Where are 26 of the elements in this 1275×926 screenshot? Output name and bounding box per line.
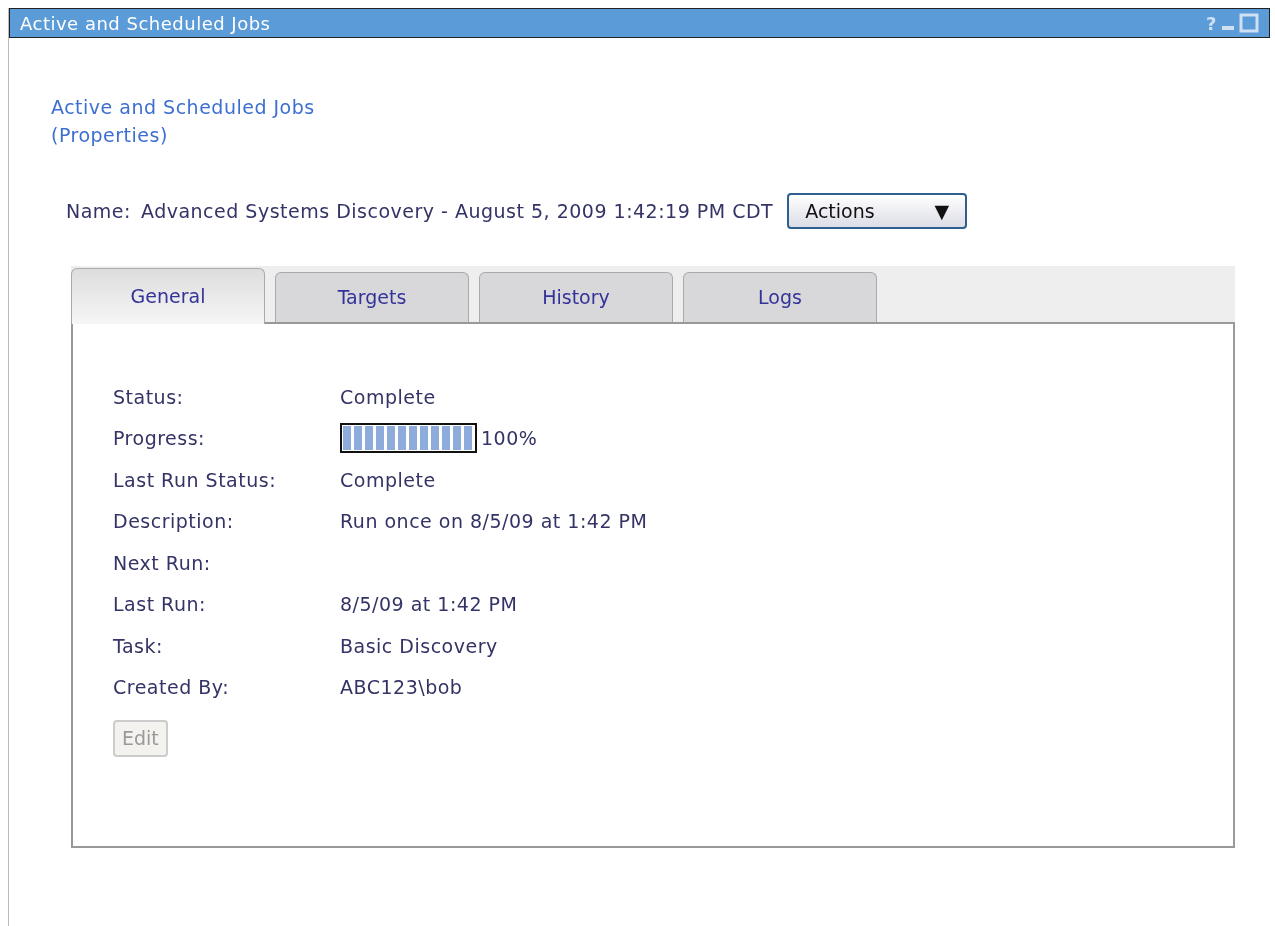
name-value: Advanced Systems Discovery - August 5, 2009 1:42:19 PM CDT bbox=[140, 198, 774, 224]
field-label: Last Run: bbox=[113, 592, 207, 617]
page-subtitle: (Properties) bbox=[51, 123, 169, 148]
field-value: Complete bbox=[340, 467, 436, 493]
field-value: Complete bbox=[340, 384, 436, 410]
page-title-link[interactable]: Active and Scheduled Jobs bbox=[51, 93, 1270, 121]
field-label: Last Run Status: bbox=[113, 467, 278, 493]
window-title: Active and Scheduled Jobs bbox=[20, 11, 271, 36]
tab[interactable]: General bbox=[71, 268, 265, 324]
progress-reading: 100% bbox=[481, 426, 538, 451]
field-label: Task: bbox=[113, 633, 164, 659]
field-label: Description: bbox=[113, 509, 235, 534]
field-label: Created By: bbox=[113, 675, 231, 700]
tab[interactable]: History bbox=[479, 272, 673, 322]
tab[interactable]: Logs bbox=[683, 272, 877, 322]
field-value: Run once on 8/5/09 at 1:42 PM bbox=[340, 509, 648, 534]
field-label: Next Run: bbox=[113, 550, 212, 576]
maximize-icon[interactable] bbox=[1239, 13, 1259, 33]
field-value: ABC123\bob bbox=[340, 675, 463, 700]
actions-dropdown[interactable]: Actions ▼ bbox=[787, 193, 968, 229]
tab[interactable]: Targets bbox=[275, 272, 469, 322]
field-label: Status: bbox=[113, 384, 185, 410]
field-value: 8/5/09 at 1:42 PM bbox=[340, 592, 518, 617]
field-label: Progress: bbox=[113, 426, 206, 451]
name-label: Name: bbox=[66, 198, 131, 224]
field-value: Basic Discovery bbox=[340, 633, 498, 659]
